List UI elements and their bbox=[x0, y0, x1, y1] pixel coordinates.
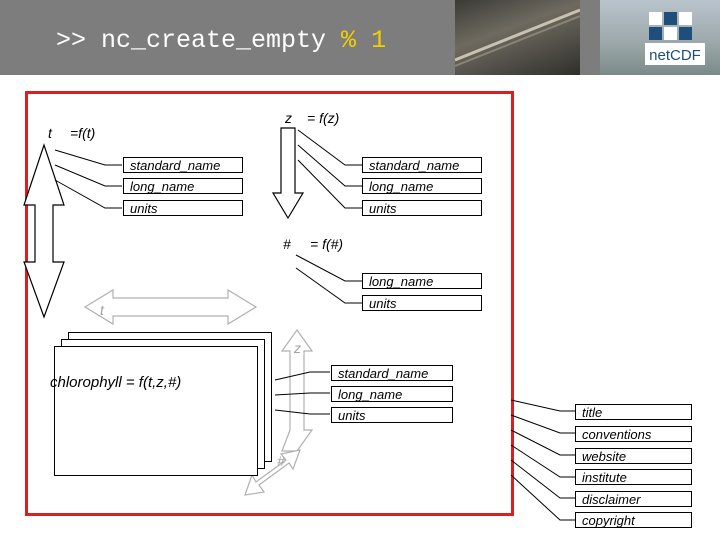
global-attr-disclaimer: disclaimer bbox=[575, 491, 692, 507]
t-dimension-function: =f(t) bbox=[70, 125, 96, 141]
z-dimension-arrow bbox=[271, 127, 305, 220]
variable-axis-hash-label: # bbox=[277, 453, 285, 469]
hash-attr-units: units bbox=[362, 295, 482, 311]
variable-attr-standard-name: standard_name bbox=[331, 365, 453, 381]
z-dimension-function: = f(z) bbox=[307, 110, 340, 126]
t-attr-connectors bbox=[54, 149, 122, 209]
global-attr-conventions: conventions bbox=[575, 426, 692, 442]
z-attr-standard-name: standard_name bbox=[362, 157, 482, 173]
global-attr-title: title bbox=[575, 404, 692, 420]
z-attr-units: units bbox=[362, 200, 482, 216]
variable-axis-t-label: t bbox=[100, 302, 104, 318]
t-attr-units: units bbox=[123, 200, 243, 216]
hash-dimension-function: = f(#) bbox=[310, 236, 344, 252]
z-dimension-label: z bbox=[285, 110, 292, 126]
variable-attr-long-name: long_name bbox=[331, 386, 453, 402]
variable-axis-z-label: z bbox=[294, 340, 301, 356]
hash-dimension-label: # bbox=[283, 236, 291, 252]
z-attr-connectors bbox=[297, 129, 362, 209]
hash-attr-long-name: long_name bbox=[362, 273, 482, 289]
variable-name: chlorophyll = f(t,z,#) bbox=[50, 374, 182, 391]
variable-attr-units: units bbox=[331, 407, 453, 423]
t-dimension-label: t bbox=[48, 125, 52, 141]
variable-sheet-front bbox=[54, 346, 258, 476]
global-attr-connectors bbox=[510, 399, 575, 521]
global-attr-institute: institute bbox=[575, 469, 692, 485]
global-attr-copyright: copyright bbox=[575, 512, 692, 528]
z-attr-long-name: long_name bbox=[362, 178, 482, 194]
t-attr-long-name: long_name bbox=[123, 178, 243, 194]
global-attr-website: website bbox=[575, 448, 692, 464]
hash-attr-connectors bbox=[295, 254, 362, 304]
t-axis-arrow bbox=[83, 288, 258, 326]
t-dimension-arrow bbox=[23, 143, 65, 319]
t-attr-standard-name: standard_name bbox=[123, 157, 243, 173]
